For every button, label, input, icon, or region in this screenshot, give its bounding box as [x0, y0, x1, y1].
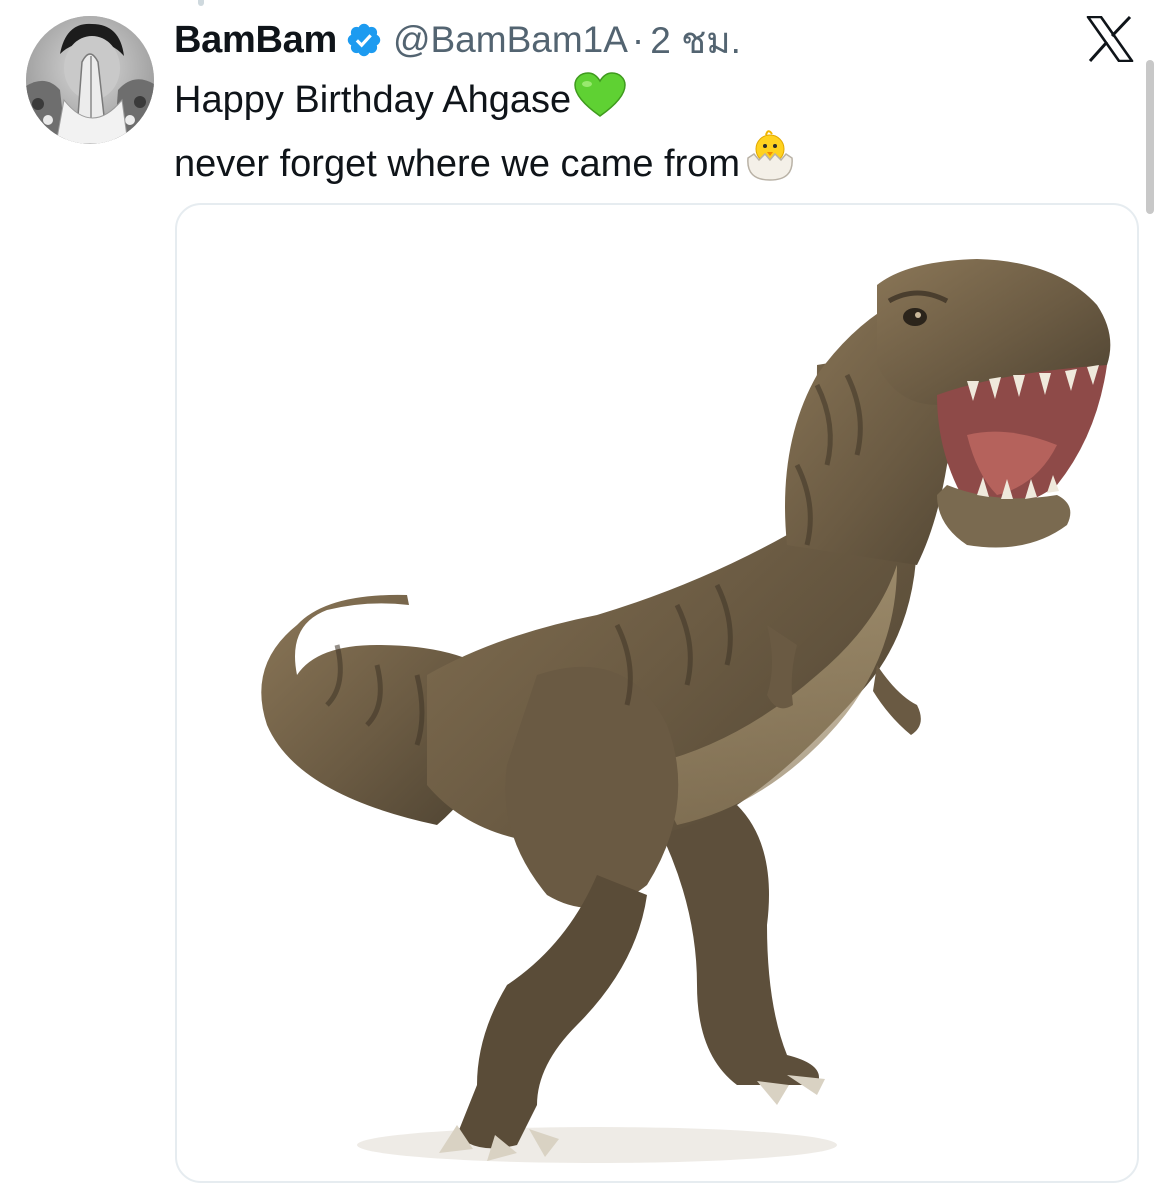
scrollbar[interactable] [1146, 60, 1154, 214]
tweet-media-image[interactable] [175, 203, 1139, 1183]
tweet-text-line-1: Happy Birthday Ahgase [174, 72, 798, 128]
verified-badge-icon[interactable] [345, 21, 383, 59]
tweet-text-line-2: never forget where we came from [174, 128, 798, 185]
thread-connector [198, 0, 204, 6]
separator-dot: · [631, 19, 645, 60]
tweet-text-content: never forget where we came from [174, 143, 741, 185]
hatching-chick-emoji [742, 128, 798, 198]
display-name[interactable]: BamBam [174, 19, 337, 62]
tweet-header: BamBam @BamBam1A · 2 ชม. [174, 12, 741, 68]
tweet-text: Happy Birthday Ahgase never forget where… [174, 72, 798, 185]
user-handle[interactable]: @BamBam1A [393, 19, 628, 61]
green-heart-emoji [573, 72, 627, 134]
t-rex-image [261, 259, 1111, 1163]
tweet-text-content: Happy Birthday Ahgase [174, 79, 572, 121]
avatar[interactable] [26, 16, 154, 144]
x-logo-icon[interactable] [1086, 15, 1134, 63]
post-time[interactable]: 2 ชม. [650, 11, 741, 70]
tweet-view: BamBam @BamBam1A · 2 ชม. Happy Birthday … [0, 0, 1161, 1200]
